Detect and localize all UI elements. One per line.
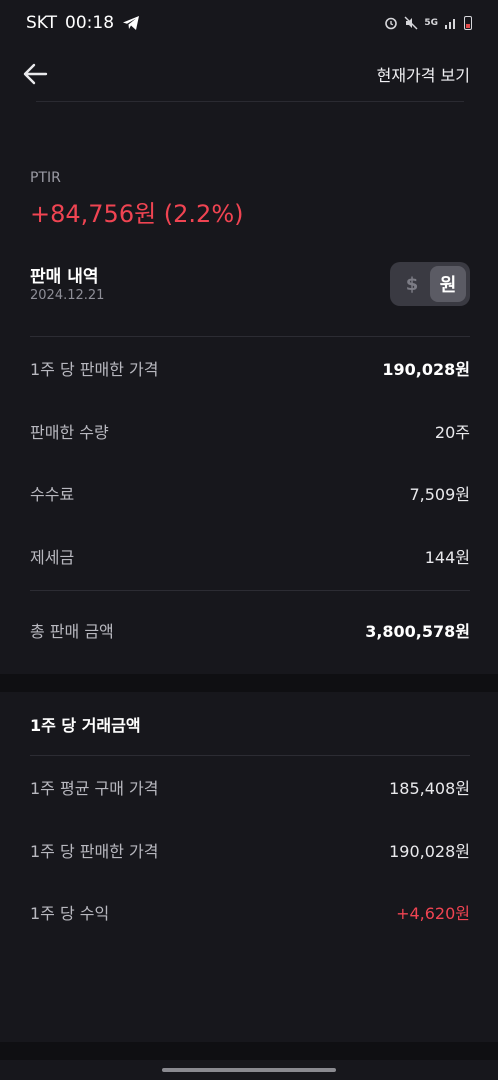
per-share-section-title: 1주 당 거래금액 [30,716,141,735]
ticker-label: PTIR [30,170,61,186]
sale-row-price-per-share: 1주 당 판매한 가격 190,028원 [30,348,470,388]
status-left: SKT 00:18 [26,13,140,33]
row-label: 1주 당 판매한 가격 [30,360,159,379]
total-sale-row: 총 판매 금액 3,800,578원 [30,610,470,650]
row-value: 7,509원 [409,485,470,504]
carrier-label: SKT [26,13,58,33]
divider [30,755,470,756]
view-current-price-link[interactable]: 현재가격 보기 [377,62,470,86]
section-gap [0,674,498,692]
currency-toggle[interactable]: $ 원 [390,262,470,306]
row-value: 20주 [434,423,470,442]
back-button[interactable] [20,59,50,89]
row-value: 185,408원 [389,779,470,798]
section-gap [0,1042,498,1060]
arrow-left-icon [23,63,48,85]
currency-option-dollar[interactable]: $ [394,266,430,302]
row-label: 제세금 [30,548,75,567]
mute-icon [404,16,418,30]
per-share-row-sell-price: 1주 당 판매한 가격 190,028원 [30,830,470,870]
home-indicator[interactable] [162,1068,336,1072]
nav-divider [36,101,464,102]
battery-icon [464,16,472,30]
history-title: 판매 내역 [30,267,99,287]
row-label: 1주 당 판매한 가격 [30,842,159,861]
currency-option-won[interactable]: 원 [430,266,466,302]
per-share-row-avg-buy: 1주 평균 구매 가격 185,408원 [30,767,470,807]
sale-row-quantity: 판매한 수량 20주 [30,411,470,451]
row-label: 1주 평균 구매 가격 [30,779,159,798]
sale-row-fee: 수수료 7,509원 [30,473,470,513]
signal-icon [445,19,455,29]
alarm-icon [385,17,398,30]
clock: 00:18 [65,13,115,33]
row-value: 190,028원 [382,360,470,379]
status-bar: SKT 00:18 5G [0,0,498,46]
network-type: 5G [424,18,438,28]
history-header: 판매 내역 2024.12.21 $ 원 [30,258,470,310]
status-right: 5G [384,16,472,30]
history-date: 2024.12.21 [30,288,105,303]
top-nav: 현재가격 보기 [0,46,498,102]
row-label: 1주 당 수익 [30,904,110,923]
divider [30,590,470,591]
divider [30,336,470,337]
profit-amount: +84,756원 (2.2%) [30,200,244,228]
sale-row-tax: 제세금 144원 [30,536,470,576]
row-value: 144원 [424,548,470,567]
per-share-row-profit: 1주 당 수익 +4,620원 [30,892,470,932]
row-value: 190,028원 [389,842,470,861]
row-value: +4,620원 [396,904,470,923]
summary: PTIR +84,756원 (2.2%) [30,170,470,229]
row-value: 3,800,578원 [365,622,470,641]
telegram-icon [123,16,140,30]
row-label: 수수료 [30,485,75,504]
row-label: 총 판매 금액 [30,622,114,641]
row-label: 판매한 수량 [30,423,109,442]
